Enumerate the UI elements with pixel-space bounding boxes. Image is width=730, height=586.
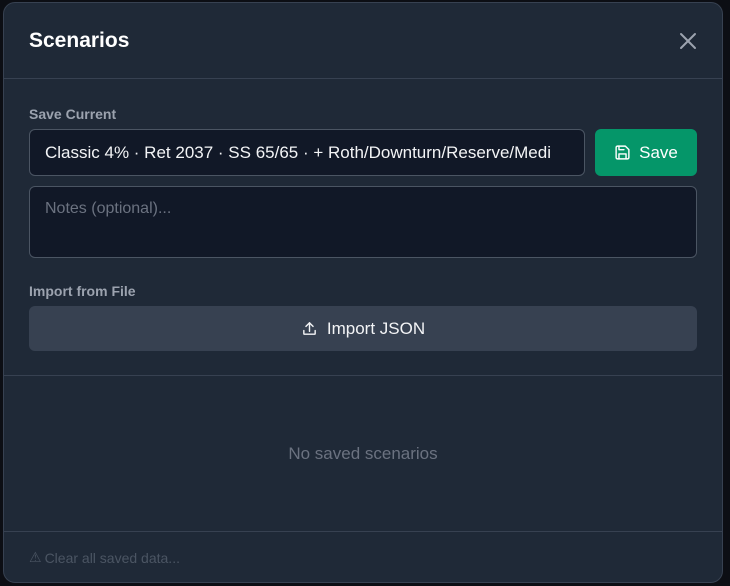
import-json-button[interactable]: Import JSON [29, 306, 697, 351]
upload-icon [303, 322, 316, 335]
floppy-disk-icon [615, 145, 630, 160]
clear-all-saved-data-link[interactable]: ⚠ Clear all saved data... [29, 549, 180, 566]
modal-header: Scenarios [4, 3, 722, 79]
import-from-file-label: Import from File [29, 283, 136, 299]
clear-all-label: Clear all saved data... [44, 549, 180, 566]
warning-icon: ⚠ [29, 549, 42, 565]
save-row: Save [29, 129, 697, 176]
scenario-name-input[interactable] [29, 129, 585, 176]
close-button[interactable] [676, 29, 700, 53]
save-current-label: Save Current [29, 106, 117, 122]
empty-state-text: No saved scenarios [288, 443, 438, 463]
scenarios-modal: Scenarios Save Current Save Import from … [3, 2, 723, 583]
saved-scenarios-list: No saved scenarios [4, 376, 722, 531]
divider [4, 531, 722, 532]
save-button[interactable]: Save [595, 129, 697, 176]
import-json-label: Import JSON [326, 318, 426, 338]
save-button-label: Save [639, 142, 678, 162]
notes-textarea[interactable] [29, 186, 697, 258]
modal-title: Scenarios [29, 28, 130, 52]
close-icon [680, 32, 696, 49]
modal-body: Save Current Save Import from File Impor… [4, 79, 722, 351]
